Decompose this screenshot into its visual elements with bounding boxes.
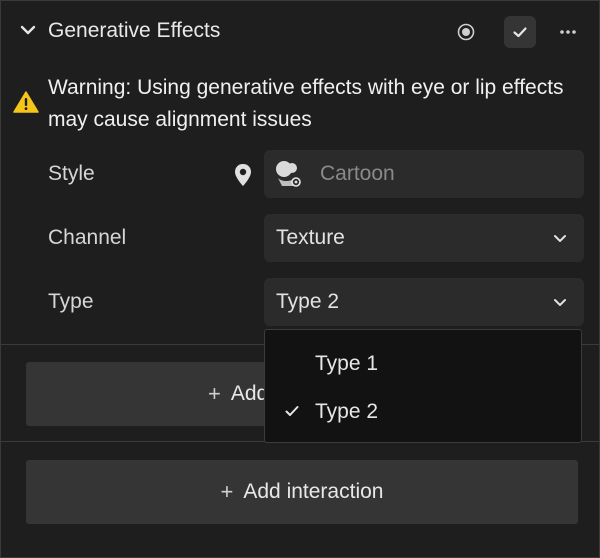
section-title: Generative Effects [48, 19, 221, 42]
section-header[interactable]: Generative Effects [0, 0, 600, 64]
menu-item-label: Type 2 [315, 400, 379, 423]
enable-check-button[interactable] [504, 16, 536, 48]
type-label: Type [48, 290, 94, 313]
style-label: Style [48, 162, 95, 185]
menu-item-type-1[interactable]: Type 1 [265, 340, 581, 386]
warning-icon [13, 90, 39, 114]
type-dropdown-menu: Type 1 Type 2 [264, 329, 582, 443]
add-interaction-label: Add interaction [243, 480, 384, 503]
chevron-down-icon [550, 228, 570, 248]
warning-message: Warning: Using generative effects with e… [48, 76, 564, 131]
chevron-down-icon [550, 292, 570, 312]
type-select[interactable]: Type 2 [264, 278, 584, 326]
plus-icon: + [208, 381, 221, 406]
type-value: Type 2 [276, 290, 340, 313]
add-interaction-button[interactable]: + Add interaction [26, 460, 578, 524]
style-value: Cartoon [320, 162, 395, 185]
style-field[interactable]: Cartoon [264, 150, 584, 198]
check-icon [283, 402, 301, 420]
location-pin-icon[interactable] [232, 162, 254, 188]
add-button-label: Add [230, 382, 269, 405]
more-options-icon[interactable] [552, 16, 584, 48]
style-asset-icon [270, 156, 306, 192]
channel-label: Channel [48, 226, 127, 249]
menu-item-label: Type 1 [315, 352, 379, 375]
plus-icon: + [220, 479, 234, 504]
channel-select[interactable]: Texture [264, 214, 584, 262]
channel-value: Texture [276, 226, 345, 249]
record-toggle-icon[interactable] [450, 16, 482, 48]
menu-item-type-2[interactable]: Type 2 [265, 388, 581, 434]
chevron-down-icon[interactable] [18, 20, 38, 40]
